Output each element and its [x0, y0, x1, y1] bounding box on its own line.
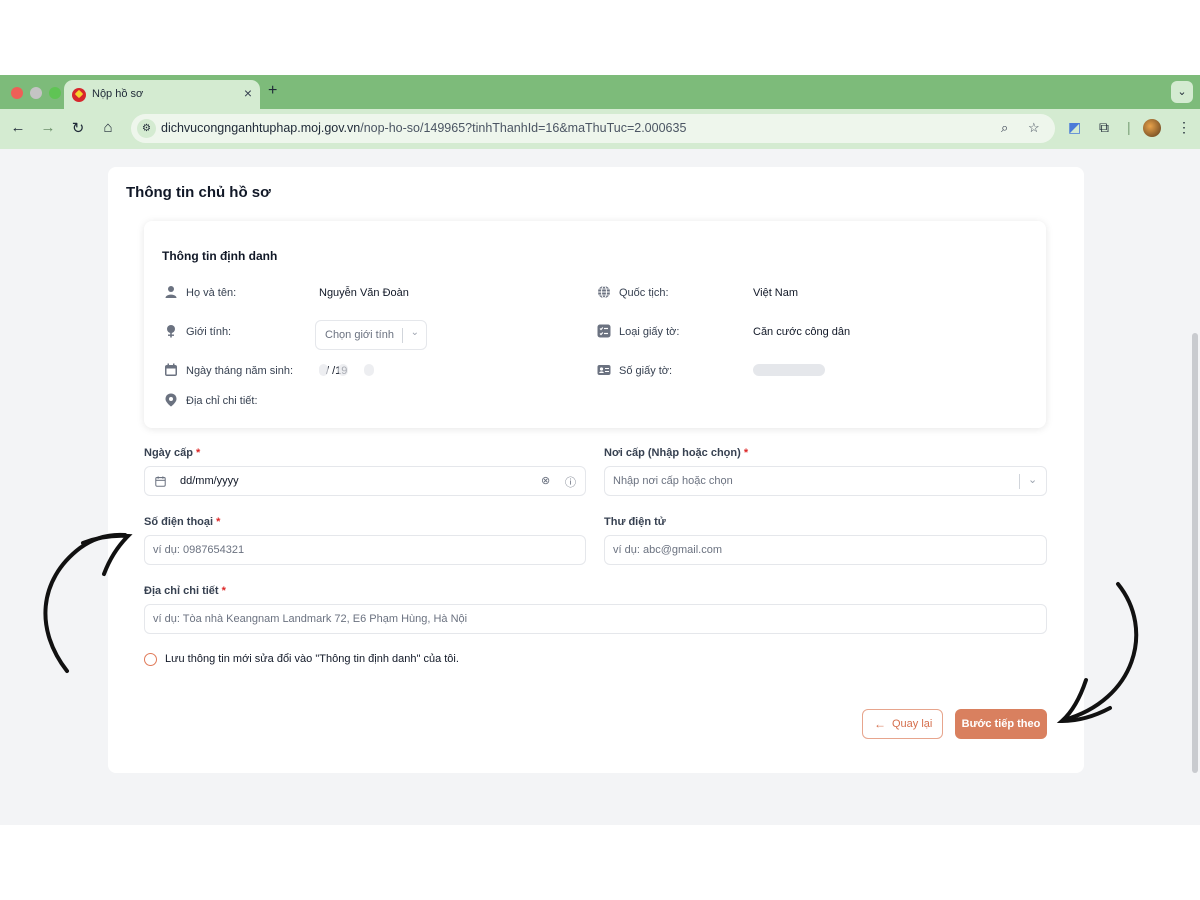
phone-placeholder: ví dụ: 0987654321 [153, 544, 245, 556]
user-icon [165, 286, 177, 298]
owner-info-card: Thông tin chủ hồ sơ Thông tin định danh … [108, 167, 1084, 773]
maximize-window-button[interactable] [49, 87, 61, 99]
phone-label: Số điện thoại * [144, 516, 220, 528]
chevron-down-icon[interactable]: ⌄ [411, 327, 419, 338]
url-host: dichvucongnganhtuphap.moj.gov.vn [161, 121, 361, 135]
browser-window: Nộp hồ sơ × + ⌄ ← → ↻ ⌂ ⚙ dichvucongngan… [0, 75, 1200, 825]
back-arrow-icon[interactable]: ← [8, 119, 28, 136]
address-input[interactable]: ví dụ: Tòa nhà Keangnam Landmark 72, E6 … [144, 604, 1047, 634]
location-pin-icon [165, 393, 177, 407]
arrow-left-icon: ← [874, 717, 886, 731]
issue-place-select[interactable]: Nhập nơi cấp hoặc chọn ⌄ [604, 466, 1047, 496]
toolbar-divider: | [1127, 119, 1131, 135]
zoom-icon[interactable]: ⌕ [1001, 120, 1008, 136]
calendar-icon [165, 363, 177, 376]
clear-circle-icon[interactable]: ⊗ [541, 474, 550, 487]
document-list-icon [597, 324, 611, 338]
required-mark: * [216, 516, 221, 528]
browser-tab[interactable]: Nộp hồ sơ × [64, 80, 260, 109]
tab-bar: Nộp hồ sơ × + ⌄ [0, 75, 1200, 109]
issue-place-label-text: Nơi cấp (Nhập hoặc chọn) [604, 447, 741, 459]
doc-type-value: Căn cước công dân [753, 326, 851, 338]
chevron-down-icon[interactable]: ⌄ [1028, 473, 1037, 486]
globe-icon [598, 285, 610, 299]
identity-panel: Thông tin định danh Họ và tên: Nguyễn Vă… [144, 221, 1046, 428]
doc-number-label: Số giấy tờ: [619, 365, 673, 377]
issue-date-value: dd/mm/yyyy [180, 475, 239, 487]
new-tab-button[interactable]: + [268, 82, 277, 100]
gender-placeholder: Chọn giới tính [325, 329, 394, 341]
back-button-label: Quay lại [892, 718, 933, 730]
close-window-button[interactable] [11, 87, 23, 99]
tab-search-button[interactable]: ⌄ [1171, 81, 1193, 103]
address-field-label: Địa chỉ chi tiết * [144, 585, 226, 597]
issue-place-placeholder: Nhập nơi cấp hoặc chọn [613, 475, 733, 487]
url-text[interactable]: dichvucongnganhtuphap.moj.gov.vn/nop-ho-… [161, 121, 686, 135]
site-info-icon[interactable]: ⚙ [137, 119, 156, 138]
required-mark: * [743, 447, 749, 459]
minimize-window-button[interactable] [30, 87, 42, 99]
required-mark: * [195, 447, 201, 459]
next-step-button[interactable]: Bước tiếp theo [955, 709, 1047, 739]
forward-arrow-icon[interactable]: → [38, 119, 58, 136]
select-separator [402, 328, 403, 343]
issue-place-label: Nơi cấp (Nhập hoặc chọn) * [604, 447, 748, 459]
back-button[interactable]: ← Quay lại [862, 709, 943, 739]
extensions-puzzle-icon[interactable]: ⧉ [1099, 119, 1109, 136]
issue-date-input[interactable]: dd/mm/yyyy ⊗ ⓘ [144, 466, 586, 496]
select-separator [1019, 474, 1020, 489]
gender-select[interactable]: Chọn giới tính ⌄ [315, 320, 427, 350]
gender-icon [167, 325, 175, 338]
url-path: /nop-ho-so/149965?tinhThanhId=16&maThuTu… [360, 121, 687, 135]
address-field-label-text: Địa chỉ chi tiết [144, 585, 219, 597]
tab-close-icon[interactable]: × [244, 85, 252, 101]
full-name-value: Nguyễn Văn Đoàn [319, 287, 409, 299]
browser-toolbar: ← → ↻ ⌂ ⚙ dichvucongnganhtuphap.moj.gov.… [0, 109, 1200, 149]
info-circle-icon[interactable]: ⓘ [565, 474, 576, 490]
dob-label: Ngày tháng năm sinh: [186, 365, 294, 377]
save-info-label[interactable]: Lưu thông tin mới sửa đổi vào "Thông tin… [165, 653, 459, 665]
address-placeholder: ví dụ: Tòa nhà Keangnam Landmark 72, E6 … [153, 613, 468, 625]
dob-redaction [338, 364, 348, 376]
nationality-label: Quốc tịch: [619, 287, 669, 299]
more-menu-icon[interactable]: ⋮ [1177, 119, 1191, 136]
email-placeholder: ví dụ: abc@gmail.com [613, 544, 722, 556]
save-info-checkbox[interactable] [144, 653, 157, 666]
bookmark-star-icon[interactable]: ☆ [1028, 120, 1040, 136]
required-mark: * [221, 585, 226, 597]
gender-label: Giới tính: [186, 326, 232, 338]
translate-icon[interactable]: ◩ [1068, 119, 1081, 136]
identity-title: Thông tin định danh [162, 249, 278, 263]
email-input[interactable]: ví dụ: abc@gmail.com [604, 535, 1047, 565]
home-icon[interactable]: ⌂ [98, 119, 118, 136]
dob-redaction [364, 364, 374, 376]
email-label: Thư điện tử [604, 516, 666, 528]
address-label: Địa chỉ chi tiết: [186, 395, 258, 407]
page-title: Thông tin chủ hồ sơ [126, 184, 271, 201]
tab-title: Nộp hồ sơ [92, 88, 144, 100]
vietnam-emblem-icon [72, 88, 86, 102]
issue-date-label-text: Ngày cấp [144, 447, 193, 459]
id-card-icon [597, 365, 611, 375]
nationality-value: Việt Nam [753, 287, 799, 299]
doc-number-redacted [753, 364, 825, 376]
page-scrollbar[interactable] [1192, 333, 1198, 773]
address-bar[interactable]: ⚙ dichvucongnganhtuphap.moj.gov.vn/nop-h… [131, 114, 1055, 143]
phone-label-text: Số điện thoại [144, 516, 214, 528]
full-name-label: Họ và tên: [186, 287, 237, 299]
phone-input[interactable]: ví dụ: 0987654321 [144, 535, 586, 565]
doc-type-label: Loại giấy tờ: [619, 326, 680, 338]
page-bottom-margin [0, 825, 1200, 900]
reload-icon[interactable]: ↻ [68, 119, 88, 137]
dob-redaction [319, 364, 328, 376]
issue-date-label: Ngày cấp * [144, 447, 200, 459]
calendar-icon [155, 476, 166, 487]
profile-avatar[interactable] [1143, 119, 1161, 137]
